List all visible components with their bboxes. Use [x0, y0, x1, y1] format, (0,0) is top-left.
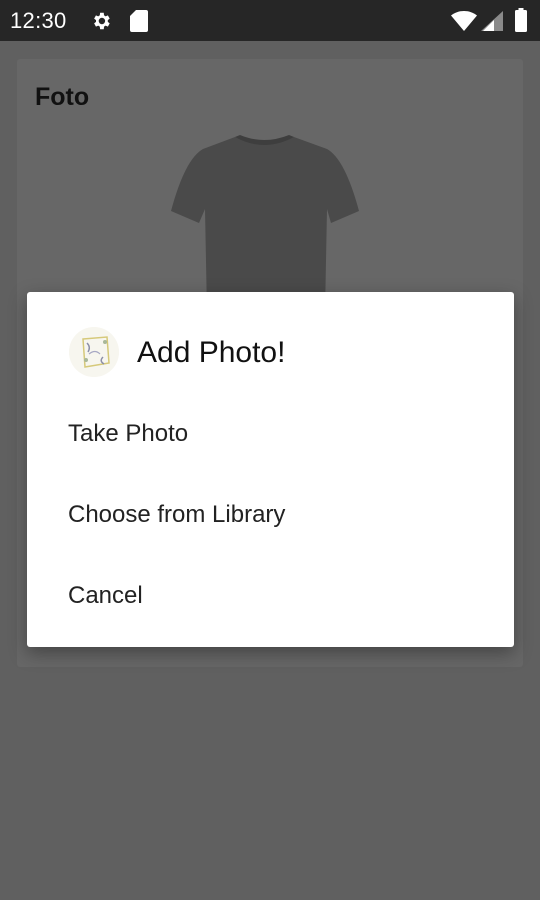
option-label: Cancel: [68, 582, 143, 609]
option-label: Choose from Library: [68, 501, 286, 528]
app-logo-icon: [69, 327, 119, 377]
status-time: 12:30: [10, 8, 67, 33]
sd-card-icon: [130, 10, 148, 32]
add-photo-dialog: Add Photo! Take Photo Choose from Librar…: [27, 292, 514, 647]
signal-icon: [481, 11, 503, 31]
battery-icon: [515, 8, 527, 32]
card-title: Foto: [35, 83, 90, 111]
status-bar: 12:30: [0, 0, 540, 41]
choose-from-library-option[interactable]: Choose from Library: [27, 479, 514, 549]
gear-icon: [94, 12, 110, 30]
wifi-icon: [451, 11, 477, 31]
option-label: Take Photo: [68, 420, 189, 447]
cancel-option[interactable]: Cancel: [27, 560, 514, 630]
tshirt-image: [171, 135, 359, 313]
dialog-title: Add Photo!: [137, 336, 286, 369]
take-photo-option[interactable]: Take Photo: [27, 398, 514, 468]
